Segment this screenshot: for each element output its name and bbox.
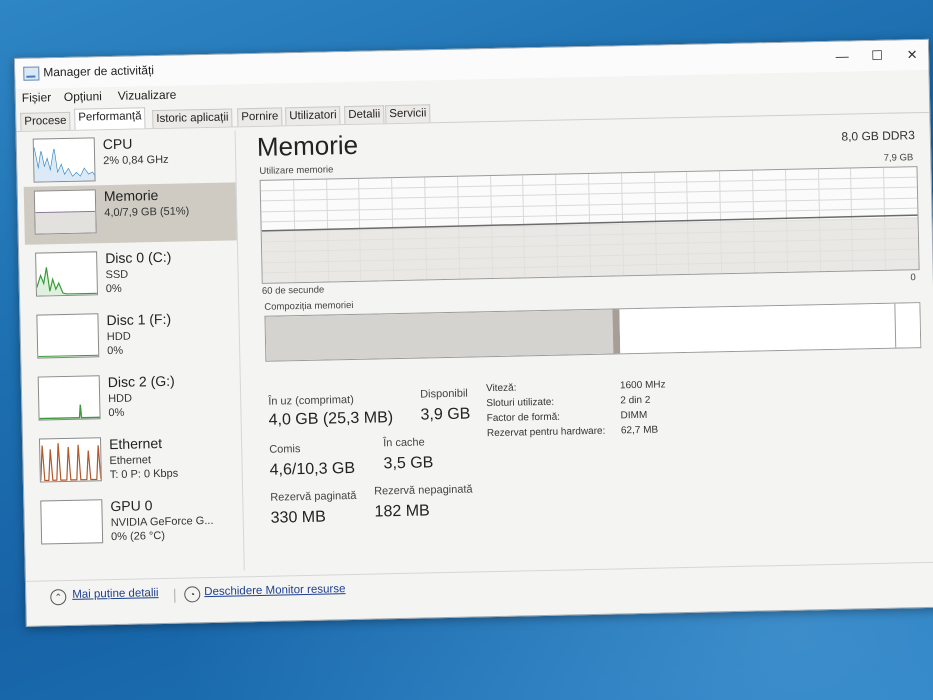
memory-panel: Memorie 8,0 GB DDR3 Utilizare memorie 7,… bbox=[249, 116, 930, 570]
sidebar-detail-memory: 4,0/7,9 GB (51%) bbox=[104, 205, 190, 220]
nonpaged-pool-label: Rezervă nepaginată bbox=[374, 483, 473, 498]
disk-graph-icon bbox=[35, 251, 98, 297]
composition-in-use[interactable] bbox=[265, 309, 614, 361]
available-label: Disponibil bbox=[420, 387, 468, 401]
available-value: 3,9 GB bbox=[420, 405, 471, 424]
disk-graph-icon bbox=[36, 313, 100, 359]
committed-label: Comis bbox=[269, 443, 301, 456]
in-use-label: În uz (comprimat) bbox=[268, 393, 354, 408]
sidebar-item-ethernet[interactable]: Ethernet Ethernet T: 0 P: 0 Kbps bbox=[29, 430, 242, 492]
graph-max-label: 7,9 GB bbox=[883, 152, 914, 164]
gpu-graph-icon bbox=[40, 499, 104, 545]
chevron-up-icon[interactable]: ⌃ bbox=[50, 589, 67, 606]
nonpaged-pool-value: 182 MB bbox=[374, 502, 430, 521]
sidebar-throughput-ethernet: T: 0 P: 0 Kbps bbox=[109, 467, 179, 482]
sidebar-usage-disk0: 0% bbox=[105, 282, 122, 296]
composition-free[interactable] bbox=[894, 303, 922, 348]
tab-users[interactable]: Utilizatori bbox=[285, 106, 341, 126]
maximize-button[interactable]: ☐ bbox=[862, 46, 892, 67]
memory-usage-graph bbox=[259, 166, 920, 284]
fewer-details-link[interactable]: Mai puține detalii bbox=[72, 587, 159, 601]
sidebar-type-disk2: HDD bbox=[108, 392, 133, 406]
resource-monitor-link[interactable]: Deschidere Monitor resurse bbox=[204, 583, 345, 598]
sidebar-title-disk1: Disc 1 (F:) bbox=[106, 310, 172, 329]
tab-services[interactable]: Servicii bbox=[385, 104, 431, 124]
sidebar-title-disk2: Disc 2 (G:) bbox=[107, 372, 175, 391]
tab-processes[interactable]: Procese bbox=[20, 111, 71, 131]
committed-value: 4,6/10,3 GB bbox=[269, 459, 356, 479]
minimize-button[interactable]: — bbox=[827, 46, 857, 67]
sidebar-item-gpu[interactable]: GPU 0 NVIDIA GeForce G... 0% (26 °C) bbox=[30, 492, 243, 554]
close-button[interactable]: ✕ bbox=[897, 45, 927, 66]
task-manager-icon bbox=[23, 66, 40, 81]
sidebar-model-gpu: NVIDIA GeForce G... bbox=[110, 514, 214, 530]
memory-details: Viteză: 1600 MHz Sloturi utilizate: 2 di… bbox=[486, 378, 747, 453]
tab-startup[interactable]: Pornire bbox=[237, 107, 283, 127]
sidebar-item-disk0[interactable]: Disc 0 (C:) SSD 0% bbox=[25, 244, 238, 306]
sidebar-item-disk2[interactable]: Disc 2 (G:) HDD 0% bbox=[28, 368, 241, 430]
memory-usage-chart bbox=[260, 167, 919, 283]
network-graph-icon bbox=[38, 437, 102, 483]
sidebar-item-memory[interactable]: Memorie 4,0/7,9 GB (51%) bbox=[23, 182, 237, 245]
cached-label: În cache bbox=[383, 436, 425, 450]
form-factor-key: Factor de formă: bbox=[486, 411, 561, 425]
sidebar-type-disk0: SSD bbox=[105, 268, 129, 282]
footer-divider bbox=[174, 588, 176, 603]
sidebar-usage-disk1: 0% bbox=[107, 344, 124, 358]
sidebar-type-ethernet: Ethernet bbox=[109, 454, 152, 468]
memory-composition-bar bbox=[264, 302, 922, 362]
cached-value: 3,5 GB bbox=[383, 454, 434, 473]
slots-value: 2 din 2 bbox=[620, 394, 651, 407]
memory-graph-icon bbox=[33, 189, 97, 235]
hardware-reserved-value: 62,7 MB bbox=[620, 424, 659, 437]
cpu-graph-icon bbox=[32, 137, 96, 183]
menu-file[interactable]: Fișier bbox=[22, 90, 52, 105]
memory-spec: 8,0 GB DDR3 bbox=[841, 128, 915, 144]
composition-label: Compoziția memoriei bbox=[264, 299, 354, 313]
composition-standby[interactable] bbox=[619, 303, 896, 354]
sidebar-title-disk0: Disc 0 (C:) bbox=[105, 248, 172, 267]
window-title: Manager de activități bbox=[43, 63, 155, 80]
hardware-reserved-key: Rezervat pentru hardware: bbox=[486, 425, 606, 440]
slots-key: Sloturi utilizate: bbox=[486, 396, 555, 410]
paged-pool-value: 330 MB bbox=[270, 508, 327, 527]
menu-view[interactable]: Vizualizare bbox=[118, 88, 177, 103]
speed-value: 1600 MHz bbox=[619, 379, 666, 392]
resource-monitor-icon[interactable]: ◔ bbox=[184, 586, 201, 603]
sidebar-usage-disk2: 0% bbox=[108, 406, 125, 420]
page-title: Memorie bbox=[256, 129, 359, 162]
speed-key: Viteză: bbox=[485, 382, 517, 395]
resource-sidebar: CPU 2% 0,84 GHz Memorie 4,0/7,9 GB (51%)… bbox=[22, 130, 245, 575]
sidebar-title-ethernet: Ethernet bbox=[108, 434, 163, 453]
disk-graph-icon bbox=[37, 375, 101, 421]
tab-details[interactable]: Detalii bbox=[344, 105, 385, 125]
task-manager-window: Manager de activități — ☐ ✕ Fișier Opțiu… bbox=[14, 38, 933, 627]
sidebar-title-memory: Memorie bbox=[103, 187, 159, 205]
sidebar-usage-gpu: 0% (26 °C) bbox=[110, 529, 166, 544]
sidebar-detail-cpu: 2% 0,84 GHz bbox=[103, 153, 169, 168]
sidebar-title-gpu: GPU 0 bbox=[110, 497, 153, 515]
memory-usage-area bbox=[261, 217, 919, 283]
form-factor-value: DIMM bbox=[620, 409, 648, 422]
sidebar-type-disk1: HDD bbox=[106, 330, 131, 344]
in-use-value: 4,0 GB (25,3 MB) bbox=[268, 409, 394, 429]
graph-min-label: 0 bbox=[910, 272, 916, 284]
graph-time-label: 60 de secunde bbox=[261, 284, 325, 297]
paged-pool-label: Rezervă paginată bbox=[270, 489, 357, 504]
sidebar-title-cpu: CPU bbox=[102, 135, 133, 153]
tab-performance[interactable]: Performanță bbox=[74, 107, 146, 130]
menu-options[interactable]: Opțiuni bbox=[64, 89, 102, 104]
tab-app-history[interactable]: Istoric aplicații bbox=[152, 108, 233, 129]
sidebar-item-disk1[interactable]: Disc 1 (F:) HDD 0% bbox=[26, 306, 239, 368]
graph-label: Utilizare memorie bbox=[259, 164, 334, 177]
